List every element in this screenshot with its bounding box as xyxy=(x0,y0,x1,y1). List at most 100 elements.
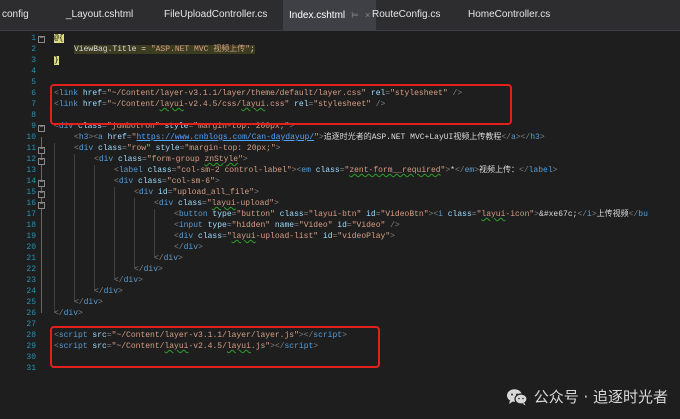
fold-collapse-icon[interactable]: − xyxy=(38,180,45,187)
fold-collapse-icon[interactable]: − xyxy=(38,202,45,209)
code-line-7: <link href="~/Content/layui-v2.4.5/css/l… xyxy=(54,99,385,110)
code-line-23: </div> xyxy=(114,275,143,286)
fold-collapse-icon[interactable]: − xyxy=(38,191,45,198)
code-token: div xyxy=(183,243,199,252)
code-token: > xyxy=(78,309,83,318)
code-token: div xyxy=(63,309,79,318)
tab-fileuploadcontroller[interactable]: FileUploadController.cs xyxy=(164,0,267,30)
indent-guide xyxy=(154,209,155,257)
line-number: 2 xyxy=(31,45,36,54)
line-number: 12 xyxy=(26,155,36,164)
line-number: 25 xyxy=(26,298,36,307)
pin-icon[interactable]: ⊨ xyxy=(351,10,359,20)
code-line-29: <script src="~/Content/layui-v2.4.5/layu… xyxy=(54,341,318,352)
code-line-26: </div> xyxy=(54,308,83,319)
line-number: 14 xyxy=(26,177,36,186)
code-token: div xyxy=(143,265,159,274)
code-token: > xyxy=(158,265,163,274)
tab-label: _Layout.cshtml xyxy=(66,9,134,20)
tab-config[interactable]: config xyxy=(2,0,29,30)
code-token: class xyxy=(310,166,340,175)
code-token: type xyxy=(202,221,227,230)
wechat-icon xyxy=(506,388,528,405)
code-line-12: <div class="form-group znStyle"> xyxy=(94,154,248,165)
code-editor[interactable]: 1 2 3 4 5 6 7 8 9 10 11 12 13 14 15 16 1… xyxy=(0,31,680,419)
blog-link[interactable]: https://www.cnblogs.com/Can-daydayup/ xyxy=(136,133,314,142)
line-number: 18 xyxy=(26,221,36,230)
code-token: > xyxy=(539,133,545,142)
code-line-20: </div> xyxy=(174,242,203,253)
code-line-6: <link href="~/Content/layer-v3.1.1/layer… xyxy=(54,88,462,99)
code-token: src xyxy=(87,331,107,340)
code-token: layui xyxy=(226,342,251,351)
fold-collapse-icon[interactable]: − xyxy=(38,158,45,165)
code-token: div xyxy=(178,232,194,241)
code-line-25: </div> xyxy=(74,297,103,308)
tab-label: FileUploadController.cs xyxy=(164,9,268,20)
code-token: id xyxy=(318,232,333,241)
line-number: 21 xyxy=(26,254,36,263)
code-token: "layui-btn" xyxy=(308,210,362,219)
code-token: > xyxy=(289,122,295,131)
code-token: "hidden" xyxy=(231,221,271,230)
code-token: "VideoBtn" xyxy=(380,210,429,219)
code-token: div xyxy=(83,298,99,307)
tab-layout-cshtml[interactable]: _Layout.cshtml xyxy=(66,0,133,30)
fold-collapse-icon[interactable]: − xyxy=(38,125,45,132)
code-token: ViewBag.Title xyxy=(74,45,137,54)
tab-label: config xyxy=(2,9,29,20)
visual-studio-window: config _Layout.cshtml FileUploadControll… xyxy=(0,0,680,419)
code-token: div xyxy=(163,254,179,263)
code-token: div xyxy=(118,177,134,186)
code-line-19: <div class="layui-upload-list" id="video… xyxy=(174,231,395,242)
code-line-10: <h3><a href="https://www.cnblogs.com/Can… xyxy=(74,132,545,143)
code-token: style xyxy=(150,144,180,153)
line-number: 17 xyxy=(26,210,36,219)
code-token: div xyxy=(78,144,94,153)
line-number: 23 xyxy=(26,276,36,285)
line-number: 4 xyxy=(31,67,36,76)
code-token: class xyxy=(173,199,203,208)
code-token: &#xe67c; xyxy=(539,210,578,219)
code-token: > xyxy=(178,254,183,263)
code-token: </ xyxy=(134,265,144,274)
tab-label: Index.cshtml xyxy=(289,10,346,21)
code-token: > xyxy=(390,232,395,241)
code-token: </ xyxy=(54,309,64,318)
indent-guide xyxy=(74,154,75,302)
code-token: .js" xyxy=(250,342,271,351)
line-number: 28 xyxy=(26,331,36,340)
code-token: </ xyxy=(114,276,124,285)
line-number: 30 xyxy=(26,353,36,362)
indent-guide xyxy=(114,187,115,279)
code-token: > xyxy=(98,298,103,307)
tab-homecontroller[interactable]: HomeController.cs xyxy=(468,0,550,30)
code-token: div xyxy=(138,188,154,197)
code-line-21: </div> xyxy=(154,253,183,264)
code-line-2: ViewBag.Title = "ASP.NET MVC 视频上传"; xyxy=(74,44,255,55)
code-token: > xyxy=(274,199,279,208)
code-token: /> xyxy=(447,89,463,98)
code-token: div xyxy=(58,122,74,131)
line-number: 3 xyxy=(31,56,36,65)
tab-routeconfig[interactable]: RouteConfig.cs xyxy=(372,0,440,30)
code-line-28: <script src="~/Content/layer-v3.1.1/laye… xyxy=(54,330,347,341)
close-icon[interactable]: × xyxy=(365,10,370,20)
fold-collapse-icon[interactable]: − xyxy=(38,147,45,154)
code-token: "upload_all_file" xyxy=(172,188,255,197)
fold-collapse-icon[interactable]: − xyxy=(38,36,45,43)
code-token: -upload-list" xyxy=(255,232,319,241)
code-token: > xyxy=(214,177,220,186)
code-token: /> xyxy=(385,221,400,230)
razor-block-close: } xyxy=(54,56,59,65)
line-number: 1 xyxy=(31,34,36,43)
code-token: ></ xyxy=(515,133,531,142)
code-token: ></ xyxy=(298,331,314,340)
code-token: id xyxy=(332,221,347,230)
code-token: > xyxy=(342,331,347,340)
tab-index-cshtml[interactable]: Index.cshtml ⊨ × xyxy=(283,0,377,30)
code-token: > xyxy=(313,342,319,351)
line-number: 16 xyxy=(26,199,36,208)
code-area[interactable]: @{ ViewBag.Title = "ASP.NET MVC 视频上传"; }… xyxy=(50,31,680,419)
code-token: "~/Content/ xyxy=(106,100,160,109)
